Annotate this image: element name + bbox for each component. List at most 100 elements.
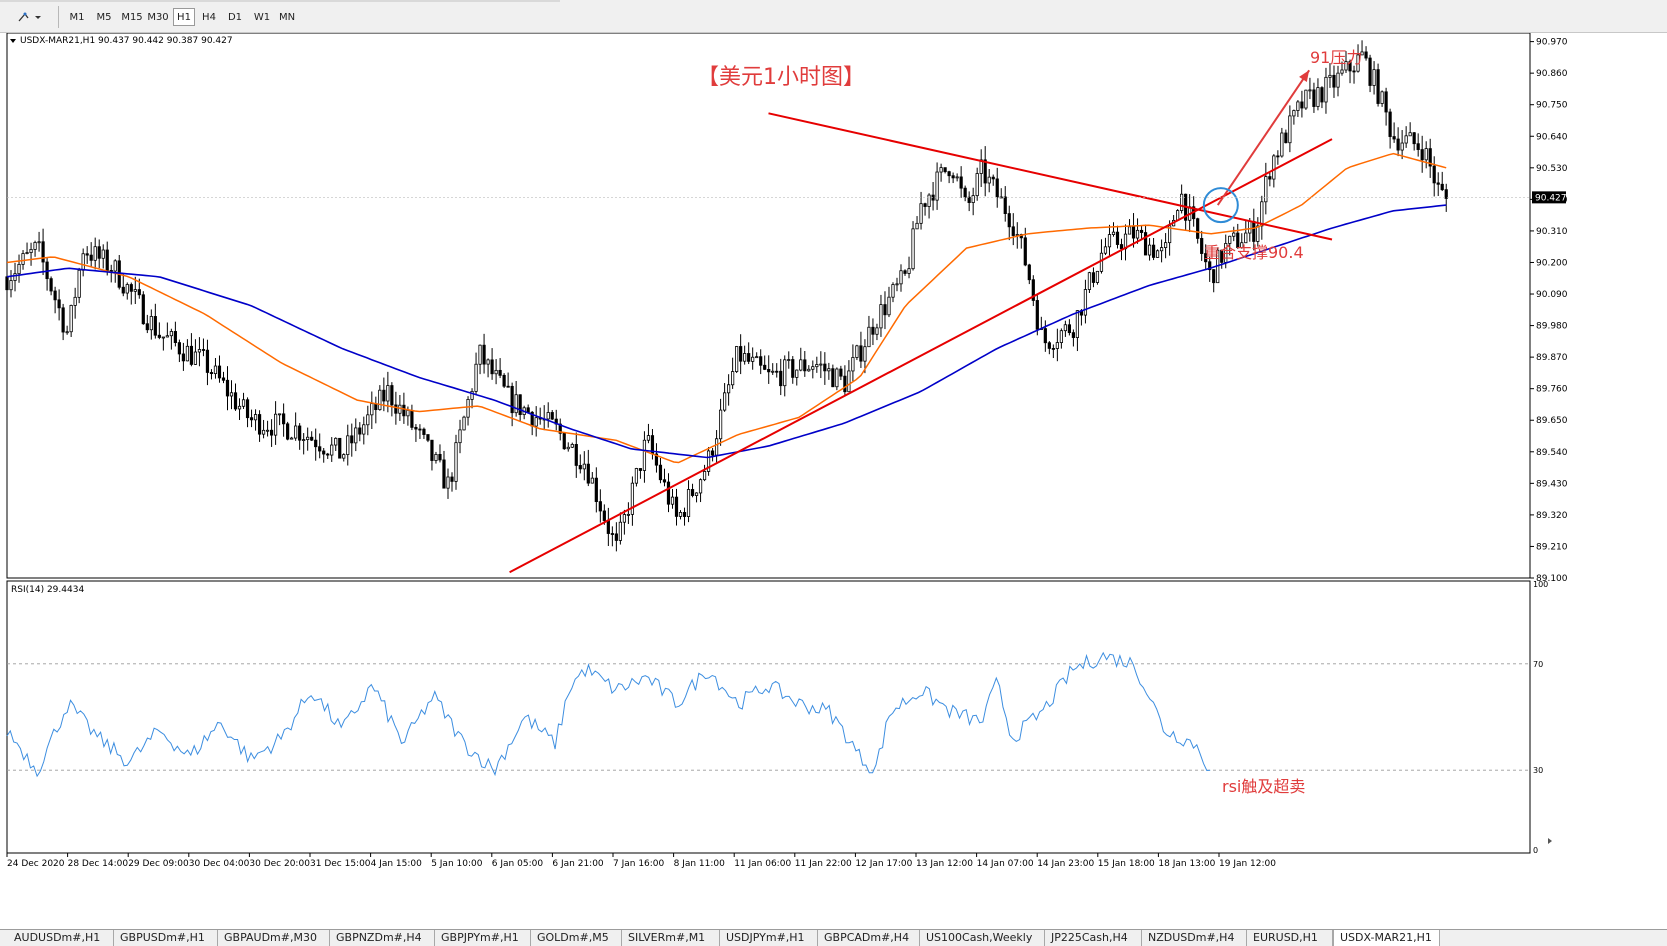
candle-body [378, 389, 382, 411]
candle-body [229, 392, 234, 397]
candle-body [735, 346, 739, 372]
candle-body [634, 468, 639, 484]
candle-body [1043, 328, 1047, 344]
candle-body [165, 335, 169, 338]
symbol-tab[interactable]: GBPUSDm#,H1 [114, 930, 218, 946]
candle-body [129, 284, 133, 292]
timeframe-mn-button[interactable]: MN [276, 8, 298, 26]
candle-body [25, 252, 29, 254]
symbol-tabs: AUDUSDm#,H1 GBPUSDm#,H1 GBPAUDm#,M30 GBPNZD… [0, 929, 1667, 946]
candle-body [662, 479, 667, 483]
candle-body [859, 345, 863, 362]
candle-body [1392, 136, 1396, 140]
candle-body [586, 463, 590, 484]
timeframe-w1-button[interactable]: W1 [251, 8, 273, 26]
candle-body [233, 392, 238, 410]
line-tools-icon[interactable] [14, 8, 44, 26]
candle-body [294, 425, 298, 439]
candle-body [37, 241, 41, 244]
price-tick-label: 90.090 [1536, 290, 1568, 300]
symbol-tab[interactable]: GBPJPYm#,H1 [435, 930, 531, 946]
symbol-tab[interactable]: US100Cash,Weekly [920, 930, 1045, 946]
time-tick-label: 7 Jan 16:00 [613, 859, 665, 869]
symbol-tab[interactable]: GOLDm#,M5 [531, 930, 622, 946]
symbol-tab[interactable]: USDJPYm#,H1 [720, 930, 818, 946]
price-tick-label: 89.980 [1536, 322, 1568, 332]
candle-body [478, 344, 482, 365]
candle-body [13, 273, 17, 281]
candle-body [41, 241, 45, 263]
candle-body [895, 283, 899, 286]
rsi-tick-label: 100 [1533, 580, 1548, 589]
candle-body [217, 365, 222, 379]
timeframe-h1-button[interactable]: H1 [173, 8, 195, 26]
candle-body [125, 284, 129, 294]
time-tick-label: 14 Jan 07:00 [977, 859, 1034, 869]
candle-body [426, 434, 430, 441]
time-tick-label: 13 Jan 12:00 [916, 859, 973, 869]
candle-body [835, 368, 839, 388]
timeframe-m5-button[interactable]: M5 [93, 8, 115, 26]
symbol-tab[interactable]: EURUSD,H1 [1247, 930, 1333, 946]
candle-body [1027, 264, 1031, 281]
candle-body [502, 374, 506, 387]
symbol-tab[interactable]: AUDUSDm#,H1 [8, 930, 114, 946]
candle-body [1007, 213, 1011, 228]
symbol-tab[interactable]: SILVERm#,M1 [622, 930, 720, 946]
candle-body [1380, 91, 1384, 104]
candle-body [1083, 289, 1088, 316]
candle-body [394, 404, 398, 414]
candle-body [755, 356, 759, 359]
toolbar-separator [58, 6, 59, 28]
symbol-tab[interactable]: JP225Cash,H4 [1045, 930, 1142, 946]
candle-body [811, 366, 815, 370]
symbol-tab[interactable]: GBPNZDm#,H4 [330, 930, 435, 946]
candle-body [318, 446, 322, 452]
timeframe-h4-button[interactable]: H4 [198, 8, 220, 26]
timeframe-m30-button[interactable]: M30 [145, 8, 171, 26]
symbol-tab[interactable]: GBPAUDm#,M30 [218, 930, 330, 946]
candle-body [1151, 244, 1156, 258]
candle-body [887, 296, 891, 316]
candle-body [358, 427, 362, 435]
candle-body [1103, 246, 1108, 254]
candle-body [534, 417, 538, 427]
timeframe-m15-button[interactable]: M15 [119, 8, 145, 26]
candle-body [678, 512, 683, 517]
candle-body [494, 369, 498, 375]
candle-body [815, 364, 819, 368]
candle-body [646, 435, 651, 441]
candle-body [169, 331, 173, 337]
candle-body [282, 413, 286, 425]
candle-body [1320, 87, 1324, 103]
symbol-tab[interactable]: USDX-MAR21,H1 [1333, 930, 1440, 946]
time-tick-label: 29 Dec 09:00 [128, 859, 189, 869]
candle-body [1248, 221, 1252, 234]
candle-body [514, 394, 518, 414]
chart-canvas[interactable]: 90.97090.86090.75090.64090.53090.42090.3… [0, 32, 1667, 929]
price-tick-label: 89.430 [1536, 479, 1568, 489]
candle-body [29, 249, 33, 253]
time-tick-label: 15 Jan 18:00 [1098, 859, 1155, 869]
timeframe-d1-button[interactable]: D1 [224, 8, 246, 26]
candle-body [1135, 229, 1140, 239]
candle-body [1111, 231, 1116, 235]
candle-body [1376, 69, 1380, 104]
candle-body [1023, 237, 1027, 266]
candle-body [438, 454, 442, 461]
candle-body [245, 399, 250, 419]
timeframe-m1-button[interactable]: M1 [66, 8, 88, 26]
candle-body [326, 453, 330, 456]
candle-body [1296, 101, 1300, 111]
symbol-tab[interactable]: NZDUSDm#,H4 [1142, 930, 1247, 946]
candle-body [73, 296, 77, 306]
candle-body [21, 253, 25, 265]
candle-body [867, 326, 871, 348]
candle-body [1408, 132, 1412, 137]
chart-area[interactable]: 90.97090.86090.75090.64090.53090.42090.3… [0, 32, 1667, 929]
candle-body [1180, 193, 1184, 211]
candle-body [526, 407, 530, 413]
current-price-label: 90.427 [1535, 193, 1567, 203]
candle-body [763, 364, 767, 370]
symbol-tab[interactable]: GBPCADm#,H4 [818, 930, 920, 946]
